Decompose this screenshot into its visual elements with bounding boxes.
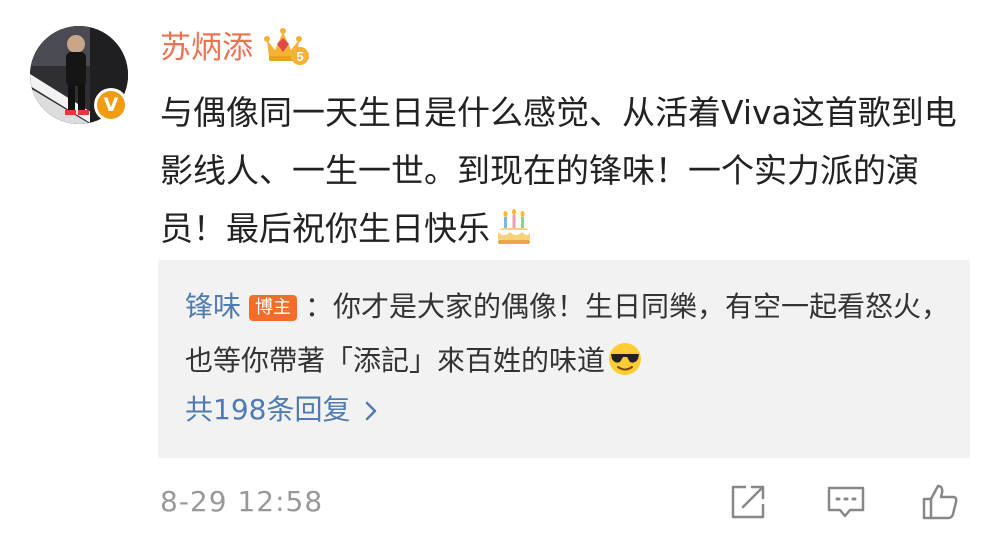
- reply-preview[interactable]: 锋味 博主 ：你才是大家的偶像！生日同樂，有空一起看怒火，也等你帶著「添記」來百姓的…: [158, 260, 970, 458]
- vip-level: 5: [296, 49, 303, 64]
- vip-crown-icon: 5: [264, 28, 309, 65]
- timestamp: 8-29 12:58: [160, 485, 324, 518]
- reply-author[interactable]: 锋味: [185, 290, 241, 323]
- view-all-replies-link[interactable]: 共198条回复: [185, 390, 378, 430]
- birthday-cake-icon: [498, 209, 530, 244]
- verified-icon: V: [97, 91, 125, 119]
- verified-badge: V: [94, 88, 128, 122]
- like-icon[interactable]: [920, 482, 960, 522]
- username[interactable]: 苏炳添: [160, 28, 253, 68]
- comment-body: 与偶像同一天生日是什么感觉、从活着Viva这首歌到电影线人、一生一世。到现在的锋…: [160, 93, 957, 248]
- comment-icon[interactable]: [826, 482, 866, 522]
- author-badge: 博主: [249, 295, 298, 321]
- more-replies-label: 共198条回复: [185, 393, 351, 426]
- reply-body: ：你才是大家的偶像！生日同樂，有空一起看怒火，也等你帶著「添記」來百姓的味道: [185, 290, 950, 377]
- share-icon[interactable]: [728, 482, 768, 522]
- sunglasses-face-icon: [609, 343, 642, 375]
- reply-text: 锋味 博主 ：你才是大家的偶像！生日同樂，有空一起看怒火，也等你帶著「添記」來百姓的…: [185, 280, 955, 388]
- comment-text: 与偶像同一天生日是什么感觉、从活着Viva这首歌到电影线人、一生一世。到现在的锋…: [160, 84, 980, 258]
- comment-item: V 苏炳添 5 与偶像同一天生日是什么感觉、从活着Viva这首歌到电影线人、一生…: [0, 0, 1000, 540]
- chevron-right-icon: [366, 401, 377, 421]
